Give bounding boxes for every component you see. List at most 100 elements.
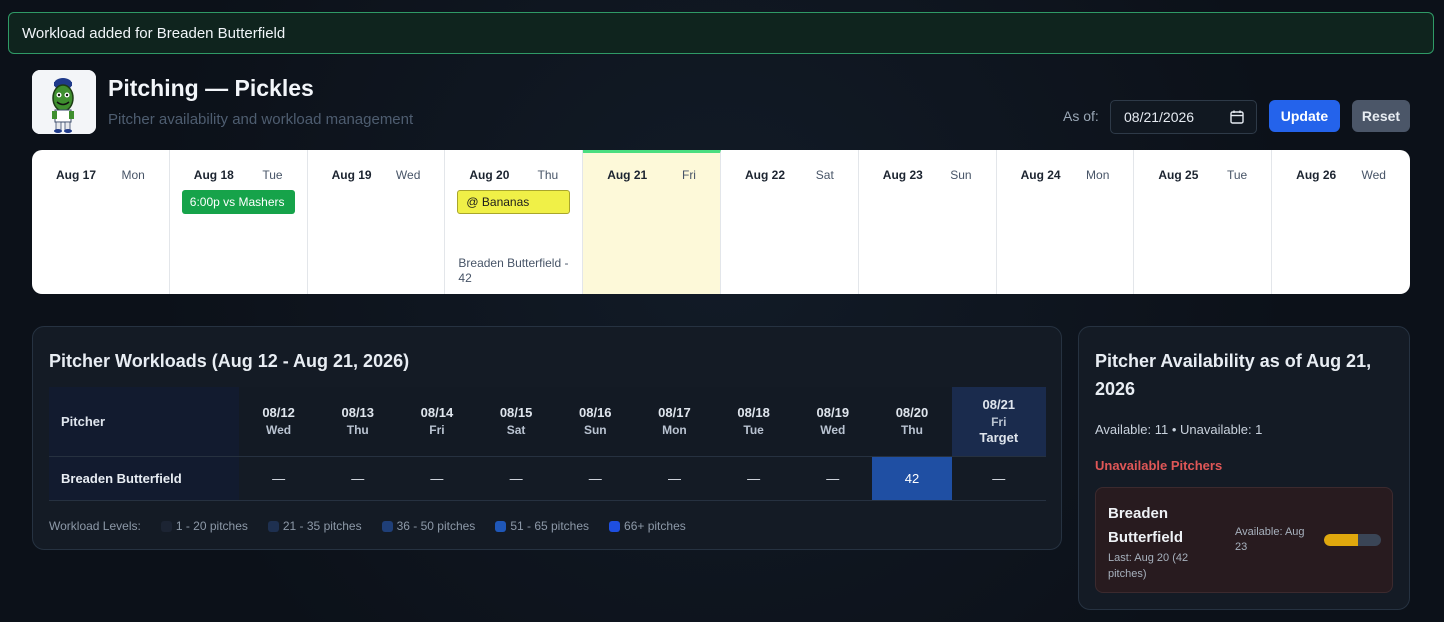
week-calendar: Aug 17 Mon Aug 18 Tue 6:00p vs Mashers A… bbox=[32, 150, 1410, 294]
date-column-header: 08/19 Wed bbox=[793, 387, 873, 456]
calendar-day[interactable]: Aug 22 Sat bbox=[721, 150, 859, 294]
calendar-day[interactable]: Aug 17 Mon bbox=[32, 150, 170, 294]
workload-legend: Workload Levels: 1 - 20 pitches 21 - 35 … bbox=[49, 519, 686, 533]
day-of-week: Mon bbox=[1086, 168, 1110, 182]
legend-text: 21 - 35 pitches bbox=[282, 519, 362, 533]
date-column-header: 08/14 Fri bbox=[397, 387, 477, 456]
date-column-header: 08/13 Thu bbox=[318, 387, 398, 456]
pitcher-availability-panel: Pitcher Availability as of Aug 21, 2026 … bbox=[1078, 326, 1410, 610]
day-of-week: Tue bbox=[1226, 168, 1248, 182]
day-of-week: Tue bbox=[262, 168, 283, 182]
reset-button[interactable]: Reset bbox=[1352, 100, 1410, 132]
pitcher-name: Breaden Butterfield bbox=[1108, 505, 1183, 546]
day-date: Aug 25 bbox=[1158, 168, 1199, 182]
column-dow: Fri bbox=[429, 423, 445, 438]
unavailable-heading: Unavailable Pitchers bbox=[1095, 458, 1223, 473]
target-label: Target bbox=[979, 430, 1019, 446]
calendar-day[interactable]: Aug 25 Tue bbox=[1134, 150, 1273, 294]
column-dow: Sun bbox=[583, 423, 607, 438]
column-date: 08/18 bbox=[737, 405, 770, 421]
game-event-away[interactable]: @ Bananas bbox=[457, 190, 571, 214]
page-subtitle: Pitcher availability and workload manage… bbox=[108, 111, 414, 128]
column-dow: Tue bbox=[743, 423, 764, 438]
calendar-icon[interactable] bbox=[1230, 110, 1244, 124]
workload-cell[interactable]: — bbox=[318, 455, 398, 501]
page-header: Pitching — Pickles Pitcher availability … bbox=[32, 70, 1410, 134]
column-date: 08/15 bbox=[499, 405, 533, 421]
pitcher-workloads-panel: Pitcher Workloads (Aug 12 - Aug 21, 2026… bbox=[32, 326, 1062, 550]
pitcher-column-header: Pitcher bbox=[49, 387, 239, 456]
as-of-date-input[interactable]: 08/21/2026 bbox=[1110, 100, 1257, 134]
column-dow: Thu bbox=[900, 423, 923, 438]
day-of-week: Thu bbox=[537, 168, 559, 182]
date-column-header: 08/20 Thu bbox=[872, 387, 952, 456]
pitcher-name[interactable]: Breaden Butterfield bbox=[49, 455, 239, 501]
legend-text: 66+ pitches bbox=[624, 519, 686, 533]
workloads-title: Pitcher Workloads (Aug 12 - Aug 21, 2026… bbox=[49, 351, 410, 371]
day-date: Aug 23 bbox=[882, 168, 923, 182]
column-date: 08/16 bbox=[579, 405, 612, 421]
legend-item: 1 - 20 pitches bbox=[160, 519, 248, 533]
game-event-home[interactable]: 6:00p vs Mashers bbox=[181, 190, 295, 214]
calendar-day[interactable]: Aug 24 Mon bbox=[997, 150, 1135, 294]
column-date: 08/21 bbox=[982, 397, 1016, 413]
workload-cell[interactable]: — bbox=[555, 455, 635, 501]
page-title: Pitching — Pickles bbox=[108, 75, 314, 101]
day-date: Aug 21 bbox=[607, 168, 648, 182]
last-outing: Last: Aug 20 (42 pitches) bbox=[1108, 552, 1189, 580]
calendar-day[interactable]: Aug 18 Tue 6:00p vs Mashers bbox=[170, 150, 308, 294]
column-dow: Wed bbox=[266, 423, 292, 438]
workload-cell[interactable]: — bbox=[476, 455, 556, 501]
target-column-header: 08/21 Fri Target bbox=[951, 387, 1046, 456]
column-date: 08/13 bbox=[341, 405, 375, 421]
legend-text: 1 - 20 pitches bbox=[175, 519, 248, 533]
day-of-week: Wed bbox=[395, 168, 421, 182]
unavailable-pitcher-card[interactable]: Breaden Butterfield Last: Aug 20 (42 pit… bbox=[1095, 487, 1393, 593]
available-date: Available: Aug 23 bbox=[1235, 526, 1305, 553]
legend-item: 36 - 50 pitches bbox=[381, 519, 476, 533]
update-button[interactable]: Update bbox=[1269, 100, 1340, 132]
calendar-day[interactable]: Aug 23 Sun bbox=[859, 150, 997, 294]
workload-cell[interactable]: — bbox=[793, 455, 873, 501]
day-of-week: Sat bbox=[815, 168, 834, 182]
date-column-header: 08/12 Wed bbox=[239, 387, 319, 456]
day-date: Aug 22 bbox=[744, 168, 785, 182]
availability-title: Pitcher Availability as of Aug 21, 2026 bbox=[1095, 351, 1372, 399]
date-column-header: 08/18 Tue bbox=[714, 387, 794, 456]
day-of-week: Mon bbox=[121, 168, 145, 182]
recovery-progress-fill bbox=[1324, 534, 1359, 546]
team-logo bbox=[32, 70, 96, 134]
legend-text: 36 - 50 pitches bbox=[396, 519, 476, 533]
day-date: Aug 26 bbox=[1296, 168, 1337, 182]
workload-cell[interactable]: — bbox=[239, 455, 319, 501]
calendar-day[interactable]: Aug 20 Thu @ Bananas Breaden Butterfield… bbox=[445, 150, 584, 294]
column-dow: Fri bbox=[991, 415, 1007, 430]
availability-summary: Available: 11 • Unavailable: 1 bbox=[1095, 422, 1263, 437]
legend-label: Workload Levels: bbox=[49, 519, 141, 533]
workload-cell[interactable]: — bbox=[397, 455, 477, 501]
workload-cell[interactable]: — bbox=[714, 455, 794, 501]
table-row[interactable]: Breaden Butterfield — — — — — — — — 42 — bbox=[49, 455, 1046, 501]
as-of-label: As of: bbox=[1063, 108, 1099, 124]
column-dow: Mon bbox=[662, 423, 687, 438]
workload-note: Breaden Butterfield - 42 bbox=[458, 256, 569, 285]
column-date: 08/12 bbox=[262, 405, 295, 421]
legend-item: 21 - 35 pitches bbox=[267, 519, 362, 533]
legend-swatch bbox=[609, 520, 621, 532]
calendar-day[interactable]: Aug 19 Wed bbox=[308, 150, 446, 294]
calendar-day[interactable]: Aug 26 Wed bbox=[1272, 150, 1410, 294]
calendar-day-today[interactable]: Aug 21 Fri bbox=[583, 150, 721, 294]
legend-item: 51 - 65 pitches bbox=[495, 519, 589, 533]
day-of-week: Wed bbox=[1361, 168, 1386, 182]
toast-message: Workload added for Breaden Butterfield bbox=[22, 24, 286, 42]
day-of-week: Sun bbox=[950, 168, 972, 182]
recovery-progress-bar bbox=[1324, 534, 1381, 546]
legend-item: 66+ pitches bbox=[609, 519, 686, 533]
workload-cell[interactable]: — bbox=[951, 455, 1046, 501]
legend-swatch bbox=[381, 520, 393, 532]
workload-cell[interactable]: — bbox=[634, 455, 715, 501]
column-date: 08/20 bbox=[895, 405, 929, 421]
workload-cell[interactable]: 42 bbox=[872, 455, 952, 501]
column-dow: Sat bbox=[506, 423, 526, 438]
date-column-header: 08/17 Mon bbox=[634, 387, 715, 456]
